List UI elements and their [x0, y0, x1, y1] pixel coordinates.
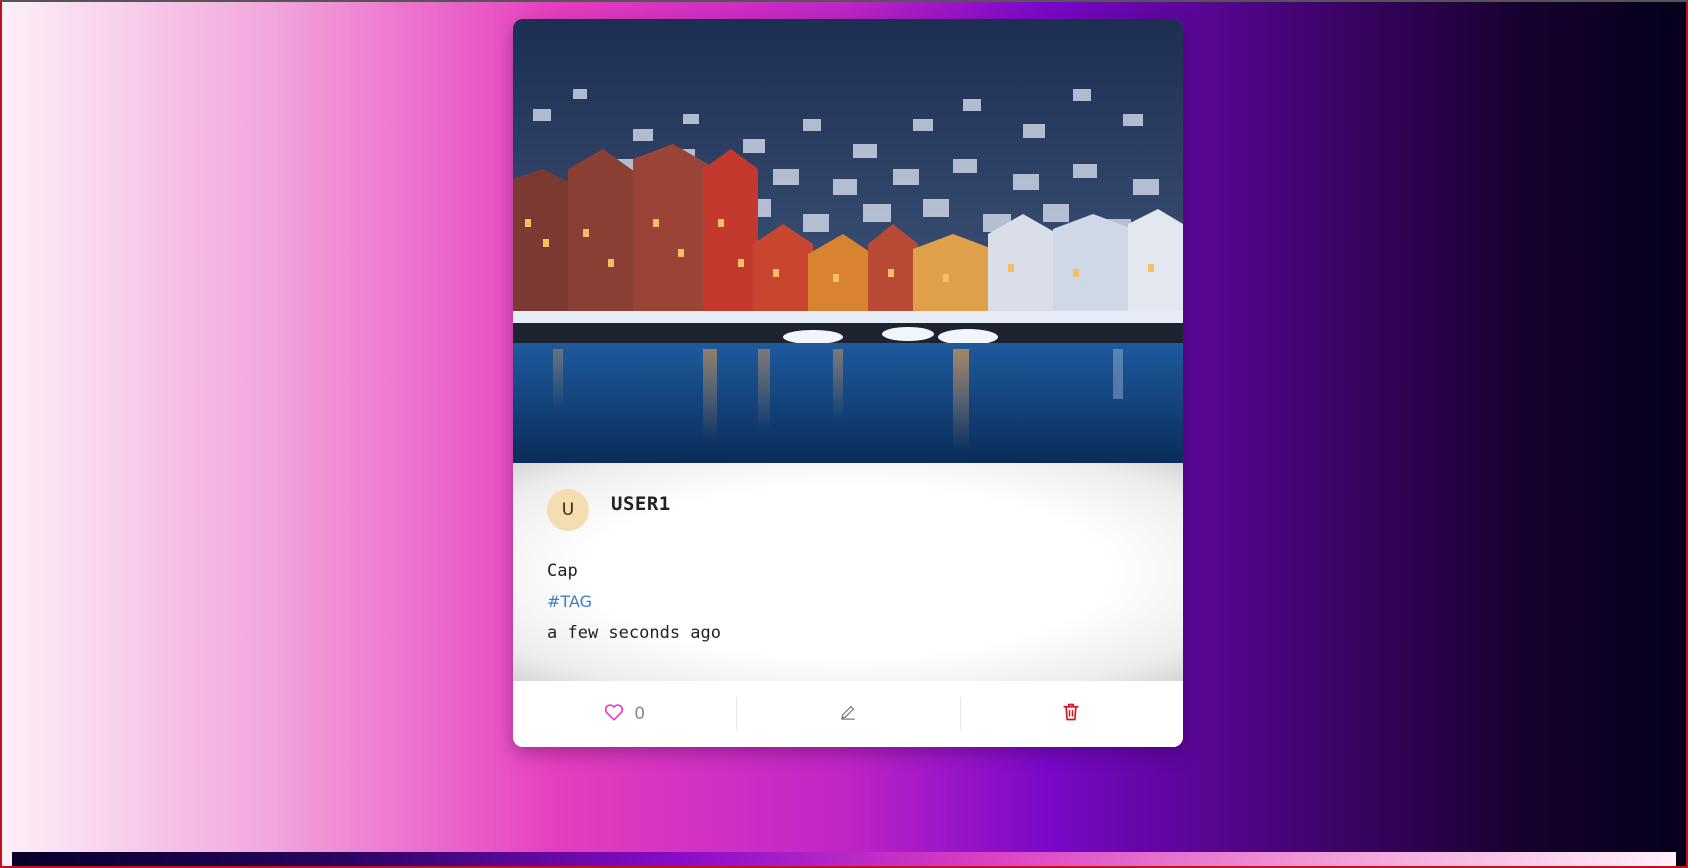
- post-card: U USER1 Cap #TAG a few seconds ago 0: [513, 19, 1183, 747]
- like-count: 0: [634, 704, 646, 724]
- post-tag-link[interactable]: #TAG: [547, 592, 592, 611]
- post-photo[interactable]: [513, 19, 1183, 463]
- trash-icon: [1062, 702, 1080, 726]
- heart-icon: [604, 703, 624, 725]
- bottom-gradient-bar: [12, 852, 1676, 866]
- edit-button[interactable]: [736, 681, 959, 747]
- delete-button[interactable]: [959, 681, 1183, 747]
- harbor-town-image: [513, 19, 1183, 463]
- avatar[interactable]: U: [547, 489, 589, 531]
- pencil-icon: [839, 703, 857, 725]
- post-timestamp: a few seconds ago: [547, 623, 721, 643]
- post-details: U USER1 Cap #TAG a few seconds ago: [513, 463, 1183, 681]
- post-caption: Cap: [547, 561, 578, 581]
- post-actions: 0: [513, 681, 1183, 747]
- like-button[interactable]: 0: [513, 681, 736, 747]
- username[interactable]: USER1: [611, 493, 671, 515]
